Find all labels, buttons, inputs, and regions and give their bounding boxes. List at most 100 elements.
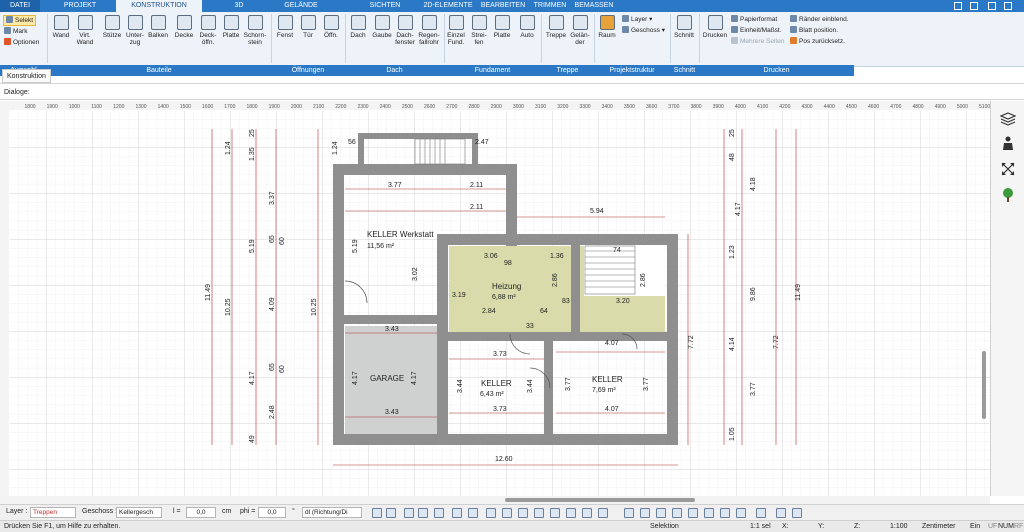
fenster-button[interactable]: Fenst xyxy=(274,15,296,39)
ruler-tick-label: 3300 xyxy=(579,104,590,110)
decke-button[interactable]: Decke xyxy=(172,15,196,39)
mark-button[interactable]: Mark xyxy=(4,27,27,36)
dim-772-b: 7.72 xyxy=(773,335,780,349)
layers-icon[interactable] xyxy=(1000,111,1016,127)
toolbar-btn-9[interactable] xyxy=(502,508,512,518)
tab-konstruktion[interactable]: KONSTRUKTION xyxy=(116,0,202,12)
tab-projekt[interactable]: PROJEKT xyxy=(52,0,108,12)
toolbar-btn-19[interactable] xyxy=(672,508,682,518)
toolbar-btn-7[interactable] xyxy=(468,508,478,518)
schornstein-button[interactable]: Schorn-stein xyxy=(242,15,268,46)
einheit-massstab-button[interactable]: Einheit/Maßst. xyxy=(731,26,782,35)
horizontal-scrollbar[interactable] xyxy=(0,496,990,504)
expand-arrows-icon[interactable] xyxy=(1000,161,1016,177)
auto-button[interactable]: Auto xyxy=(516,15,538,39)
raum-button[interactable]: Raum xyxy=(596,15,618,39)
einzelfundament-button[interactable]: Einzel Fund. xyxy=(446,15,466,46)
horizontal-scrollbar-thumb[interactable] xyxy=(505,498,695,502)
toolbar-btn-20[interactable] xyxy=(688,508,698,518)
toolbar-btn-21[interactable] xyxy=(704,508,714,518)
tab-2d-elemente[interactable]: 2D-ELEMENTE xyxy=(420,0,476,12)
drucken-button[interactable]: Drucken xyxy=(701,15,729,39)
close-icon[interactable] xyxy=(1004,2,1012,10)
dachfenster-button[interactable]: Dach-fenster xyxy=(394,15,416,46)
toolbar-btn-23[interactable] xyxy=(736,508,746,518)
toolbar-btn-12[interactable] xyxy=(550,508,560,518)
blatt-positionieren-button[interactable]: Blatt position. xyxy=(790,26,838,35)
mehrere-seiten-button[interactable]: Mehrere Seiten xyxy=(731,37,784,46)
help-icon[interactable] xyxy=(954,2,962,10)
floor-plan[interactable]: 1800 1900 1000 1100 1200 1300 1400 1500 1600 1700… xyxy=(0,101,990,496)
deckoeffn-button[interactable]: Deck-öffn. xyxy=(196,15,220,46)
text-abc-button[interactable] xyxy=(452,508,462,518)
angle-input[interactable]: 0,0 xyxy=(258,507,286,518)
layer-dropdown[interactable]: Layer ▾ xyxy=(622,15,652,24)
toolbar-btn-11[interactable] xyxy=(534,508,544,518)
dach-button[interactable]: Dach xyxy=(347,15,369,39)
geschoss-select[interactable]: Kellergesch xyxy=(116,507,162,518)
oeffnung-button[interactable]: Öffn. xyxy=(320,15,342,39)
ruler-tick-label: 1400 xyxy=(158,104,169,110)
wand-button[interactable]: Wand xyxy=(50,15,72,39)
toolbar-btn-16[interactable] xyxy=(624,508,634,518)
layer-icon xyxy=(622,15,629,22)
streifenfundament-button[interactable]: Strei-fen xyxy=(468,15,490,46)
tab-bearbeiten[interactable]: BEARBEITEN xyxy=(478,0,528,12)
papierformat-button[interactable]: Papierformat xyxy=(731,15,777,24)
gelaender-button[interactable]: Gelän-der xyxy=(568,15,592,46)
stuetze-button[interactable]: Stütze xyxy=(100,15,124,39)
toolbar-btn-3[interactable] xyxy=(404,508,414,518)
toolbar-btn-18[interactable] xyxy=(656,508,666,518)
tab-3d[interactable]: 3D xyxy=(214,0,264,12)
optionen-button[interactable]: Optionen xyxy=(4,38,39,47)
layer-select[interactable]: Treppen xyxy=(30,507,76,518)
fundamentplatte-button[interactable]: Platte xyxy=(490,15,514,39)
toolbar-btn-15[interactable] xyxy=(598,508,608,518)
balken-button[interactable]: Balken xyxy=(146,15,170,39)
drawing-canvas[interactable]: 1800 1900 1000 1100 1200 1300 1400 1500 1600 1700… xyxy=(0,101,990,496)
toolbar-btn-13[interactable] xyxy=(566,508,576,518)
vertical-scrollbar-thumb[interactable] xyxy=(982,351,986,419)
dim-124-a: 1.24 xyxy=(225,141,232,155)
toolbar-btn-4[interactable] xyxy=(418,508,428,518)
input-mode-select[interactable]: dl (Richtung/Di xyxy=(302,507,362,518)
toolbar-btn-17[interactable] xyxy=(640,508,650,518)
tuer-button[interactable]: Tür xyxy=(298,15,318,39)
tab-trimmen[interactable]: TRIMMEN xyxy=(530,0,570,12)
toolbar-btn-25[interactable] xyxy=(776,508,786,518)
tree-icon[interactable] xyxy=(1000,187,1016,203)
platte-button[interactable]: Platte xyxy=(220,15,242,39)
toolbar-btn-1[interactable] xyxy=(372,508,382,518)
toolbar-btn-10[interactable] xyxy=(518,508,528,518)
schnitt-button[interactable]: Schnitt xyxy=(672,15,696,39)
tab-datei[interactable]: DATEI xyxy=(0,0,40,12)
gaube-button[interactable]: Gaube xyxy=(370,15,394,39)
unterzug-button[interactable]: Unter-zug xyxy=(124,15,146,46)
length-input[interactable]: 0,0 xyxy=(186,507,216,518)
minimize-icon[interactable] xyxy=(988,2,996,10)
toolbar-btn-26[interactable] xyxy=(792,508,802,518)
tab-sichten[interactable]: SICHTEN xyxy=(360,0,410,12)
person-icon[interactable] xyxy=(1000,135,1016,151)
tab-gelaende[interactable]: GELÄNDE xyxy=(276,0,326,12)
raender-einblenden-button[interactable]: Ränder einblend. xyxy=(790,15,849,24)
toolbar-btn-5[interactable] xyxy=(434,508,444,518)
grid-toggle-button[interactable] xyxy=(756,508,766,518)
pos-zuruecksetzen-button[interactable]: Pos zurücksetz. xyxy=(790,37,845,46)
geschoss-dropdown[interactable]: Geschoss ▾ xyxy=(622,26,665,35)
tab-konstruktion-view[interactable]: Konstruktion xyxy=(2,69,51,83)
toolbar-btn-14[interactable] xyxy=(582,508,592,518)
selekt-button[interactable]: Selekt xyxy=(3,15,37,26)
dim-56: 56 xyxy=(348,139,356,146)
toolbar-btn-8[interactable] xyxy=(486,508,496,518)
y-coordinate-label: Y: xyxy=(818,523,825,530)
virt-wand-button[interactable]: Virt. Wand xyxy=(73,15,97,46)
toolbar-btn-2[interactable] xyxy=(386,508,396,518)
treppe-button[interactable]: Treppe xyxy=(543,15,569,39)
tab-bemassen[interactable]: BEMASSEN xyxy=(572,0,616,12)
dim-60-b: 60 xyxy=(279,365,286,373)
toolbar-btn-22[interactable] xyxy=(720,508,730,518)
regenfallrohr-button[interactable]: Regen-fallrohr xyxy=(416,15,442,46)
restore-icon[interactable] xyxy=(970,2,978,10)
dim-1149: 11.49 xyxy=(205,284,212,301)
